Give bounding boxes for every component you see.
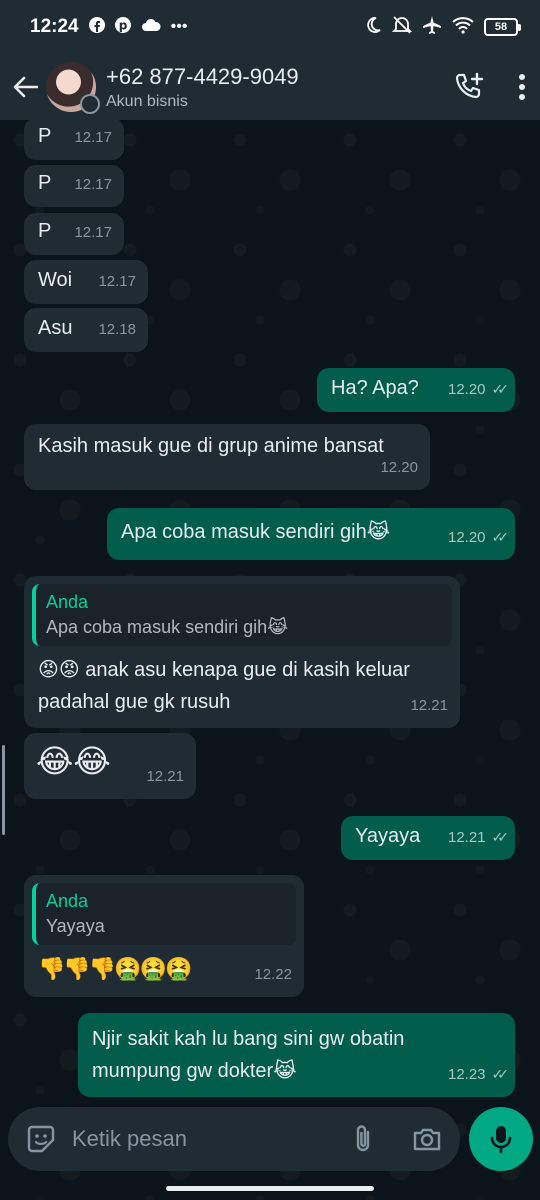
- message-text: P: [38, 172, 52, 194]
- message-incoming-reply[interactable]: Anda Yayaya 👎👎👎🤮🤮🤮 12.22: [24, 875, 304, 997]
- message-time: 12.20: [447, 529, 486, 546]
- message-time: 12.21: [410, 697, 448, 714]
- facebook-icon: [88, 16, 105, 38]
- message-text: 😂😂: [36, 743, 111, 779]
- double-check-icon: ✓✓: [491, 1066, 510, 1082]
- attach-icon[interactable]: [352, 1124, 374, 1154]
- message-incoming[interactable]: P 12.17: [24, 165, 124, 207]
- status-time: 12:24: [30, 16, 79, 37]
- message-input[interactable]: Ketik pesan: [72, 1126, 352, 1152]
- message-text: 👎👎👎🤮🤮🤮: [38, 956, 192, 981]
- message-time: 12.21: [447, 829, 486, 846]
- message-text: Kasih masuk gue di grup anime bansat: [38, 435, 384, 457]
- back-arrow-icon[interactable]: [10, 72, 40, 102]
- quote-author: Anda: [46, 592, 89, 612]
- message-time: 12.17: [74, 176, 112, 193]
- sticker-icon[interactable]: [26, 1124, 56, 1154]
- message-text: Yayaya: [355, 825, 421, 847]
- camera-icon[interactable]: [412, 1126, 442, 1152]
- double-check-icon: ✓✓: [491, 829, 510, 845]
- contact-info[interactable]: +62 877-4429-9049 Akun bisnis: [106, 64, 454, 111]
- status-bar: 12:24 p ••• 58: [0, 0, 540, 54]
- message-time: 12.21: [146, 768, 184, 785]
- message-time: 12.20: [380, 459, 418, 476]
- message-meta: 12.20 ✓✓: [447, 373, 510, 406]
- more-options-icon[interactable]: [518, 73, 526, 101]
- quote-author: Anda: [46, 891, 89, 911]
- quoted-message[interactable]: Anda Yayaya: [32, 883, 296, 945]
- moon-icon: [364, 16, 382, 39]
- message-text: Asu: [38, 317, 73, 339]
- battery-icon: 58: [484, 18, 521, 36]
- avatar[interactable]: [46, 62, 100, 114]
- add-call-icon[interactable]: [454, 72, 484, 102]
- message-time: 12.17: [74, 129, 112, 146]
- double-check-icon: ✓✓: [491, 381, 510, 397]
- mic-icon: [490, 1124, 512, 1154]
- contact-subtitle: Akun bisnis: [106, 92, 188, 110]
- message-incoming[interactable]: P 12.17: [24, 213, 124, 255]
- chat-header: +62 877-4429-9049 Akun bisnis: [0, 54, 540, 120]
- message-incoming[interactable]: Kasih masuk gue di grup anime bansat 12.…: [24, 424, 430, 490]
- quoted-message[interactable]: Anda Apa coba masuk sendiri gih😹: [32, 584, 452, 646]
- message-text: Njir sakit kah lu bang sini gw obatin mu…: [92, 1028, 405, 1082]
- wifi-icon: [452, 16, 474, 39]
- message-outgoing[interactable]: Njir sakit kah lu bang sini gw obatin mu…: [78, 1013, 515, 1097]
- double-check-icon: ✓✓: [491, 529, 510, 545]
- message-text: P: [38, 125, 52, 147]
- message-meta: 12.21 ✓✓: [447, 821, 510, 854]
- home-indicator[interactable]: [166, 1186, 374, 1191]
- svg-text:p: p: [118, 18, 127, 32]
- message-incoming-reply[interactable]: Anda Apa coba masuk sendiri gih😹 😡😡 anak…: [24, 576, 460, 728]
- message-text: Ha? Apa?: [331, 377, 419, 399]
- cloud-icon: [141, 18, 161, 37]
- message-meta: 12.20 ✓✓: [447, 521, 510, 554]
- airplane-icon: [422, 15, 442, 40]
- message-incoming[interactable]: 😂😂 12.21: [24, 733, 196, 799]
- message-incoming[interactable]: Asu 12.18: [24, 308, 148, 352]
- message-time: 12.22: [254, 966, 292, 983]
- message-text: Woi: [38, 269, 73, 291]
- business-badge-icon: [80, 94, 100, 114]
- battery-level: 58: [494, 21, 508, 33]
- contact-name: +62 877-4429-9049: [106, 63, 299, 89]
- composer-bar: Ketik pesan: [8, 1107, 460, 1171]
- message-incoming[interactable]: P 12.17: [24, 118, 124, 160]
- message-incoming[interactable]: Woi 12.17: [24, 260, 148, 304]
- more-dots-icon: •••: [170, 18, 188, 35]
- message-outgoing[interactable]: Apa coba masuk sendiri gih😹 12.20 ✓✓: [107, 508, 515, 560]
- quote-text: Apa coba masuk sendiri gih😹: [46, 617, 289, 637]
- quote-text: Yayaya: [46, 916, 105, 936]
- pinterest-icon: p: [114, 16, 131, 38]
- message-time: 12.23: [447, 1066, 486, 1083]
- mute-icon: [391, 15, 413, 39]
- message-meta: 12.23 ✓✓: [447, 1058, 510, 1091]
- message-time: 12.17: [98, 273, 136, 290]
- message-text: Apa coba masuk sendiri gih😹: [121, 521, 391, 543]
- message-time: 12.20: [447, 381, 486, 398]
- message-time: 12.17: [74, 224, 112, 241]
- message-text: 😡😡 anak asu kenapa gue di kasih keluar p…: [38, 659, 410, 713]
- scroll-indicator[interactable]: [2, 745, 5, 835]
- message-outgoing[interactable]: Ha? Apa? 12.20 ✓✓: [317, 368, 515, 412]
- mic-button[interactable]: [469, 1107, 533, 1171]
- message-outgoing[interactable]: Yayaya 12.21 ✓✓: [341, 816, 515, 860]
- message-text: P: [38, 220, 52, 242]
- message-time: 12.18: [98, 321, 136, 338]
